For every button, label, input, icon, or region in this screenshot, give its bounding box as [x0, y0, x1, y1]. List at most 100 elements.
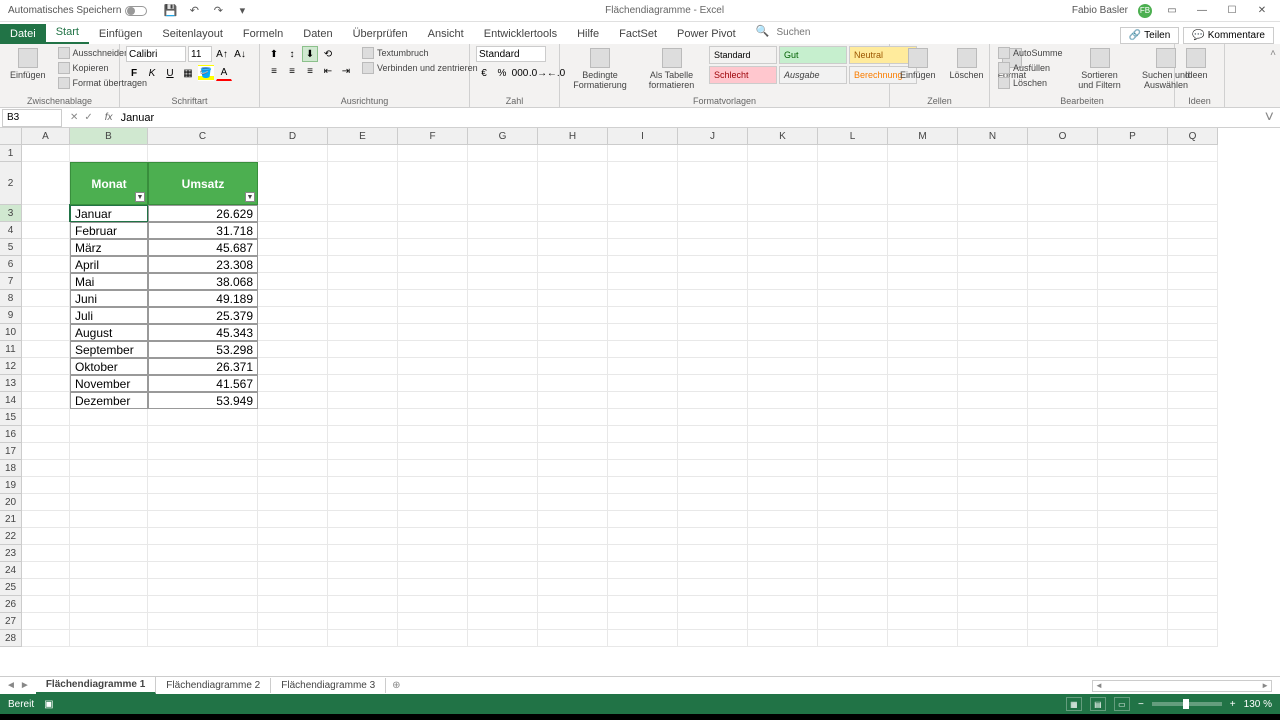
col-header-G[interactable]: G — [468, 128, 538, 145]
cell[interactable] — [1098, 222, 1168, 239]
row-header-3[interactable]: 3 — [0, 205, 22, 222]
row-header-18[interactable]: 18 — [0, 460, 22, 477]
cell[interactable] — [888, 358, 958, 375]
save-icon[interactable]: 💾 — [163, 4, 177, 18]
table-cell-month[interactable]: September — [70, 341, 148, 358]
align-center-icon[interactable]: ≡ — [284, 63, 300, 79]
cell[interactable] — [468, 460, 538, 477]
cell[interactable] — [1168, 613, 1218, 630]
comments-button[interactable]: 💬 Kommentare — [1183, 27, 1274, 44]
cell[interactable] — [1098, 409, 1168, 426]
col-header-I[interactable]: I — [608, 128, 678, 145]
cell[interactable] — [22, 392, 70, 409]
cell[interactable] — [608, 145, 678, 162]
cell[interactable] — [398, 162, 468, 205]
cell[interactable] — [748, 409, 818, 426]
cell[interactable] — [258, 145, 328, 162]
cell[interactable] — [148, 528, 258, 545]
cell[interactable] — [818, 375, 888, 392]
cell[interactable] — [608, 222, 678, 239]
cell[interactable] — [888, 562, 958, 579]
cell[interactable] — [258, 222, 328, 239]
cell[interactable] — [608, 511, 678, 528]
cell[interactable] — [328, 460, 398, 477]
cell[interactable] — [468, 392, 538, 409]
tab-data[interactable]: Daten — [293, 24, 342, 44]
col-header-O[interactable]: O — [1028, 128, 1098, 145]
cell[interactable] — [818, 273, 888, 290]
cell[interactable] — [148, 494, 258, 511]
cell[interactable] — [748, 205, 818, 222]
col-header-P[interactable]: P — [1098, 128, 1168, 145]
table-cell-value[interactable]: 41.567 — [148, 375, 258, 392]
cell[interactable] — [888, 409, 958, 426]
row-header-21[interactable]: 21 — [0, 511, 22, 528]
cell[interactable] — [608, 205, 678, 222]
ribbon-options-icon[interactable]: ▭ — [1162, 4, 1182, 18]
cell[interactable] — [468, 205, 538, 222]
cell[interactable] — [1028, 273, 1098, 290]
cell[interactable] — [1098, 596, 1168, 613]
col-header-C[interactable]: C — [148, 128, 258, 145]
align-middle-icon[interactable]: ↕ — [284, 46, 300, 62]
align-top-icon[interactable]: ⬆ — [266, 46, 282, 62]
cell[interactable] — [538, 222, 608, 239]
table-cell-value[interactable]: 23.308 — [148, 256, 258, 273]
cell[interactable] — [608, 562, 678, 579]
cell[interactable] — [1098, 562, 1168, 579]
cell[interactable] — [888, 426, 958, 443]
cell[interactable] — [608, 256, 678, 273]
cell[interactable] — [1168, 205, 1218, 222]
cell[interactable] — [1168, 511, 1218, 528]
cell[interactable] — [328, 341, 398, 358]
cell[interactable] — [468, 145, 538, 162]
cell[interactable] — [22, 511, 70, 528]
cell[interactable] — [328, 443, 398, 460]
cell[interactable] — [958, 596, 1028, 613]
cell[interactable] — [1168, 392, 1218, 409]
cell[interactable] — [1028, 256, 1098, 273]
toggle-switch[interactable] — [125, 6, 147, 16]
cell[interactable] — [958, 145, 1028, 162]
col-header-F[interactable]: F — [398, 128, 468, 145]
cell[interactable] — [1168, 596, 1218, 613]
row-header-25[interactable]: 25 — [0, 579, 22, 596]
cell[interactable] — [538, 494, 608, 511]
tab-layout[interactable]: Seitenlayout — [152, 24, 233, 44]
col-header-K[interactable]: K — [748, 128, 818, 145]
row-header-27[interactable]: 27 — [0, 613, 22, 630]
cell[interactable] — [958, 307, 1028, 324]
cell[interactable] — [398, 443, 468, 460]
name-box[interactable] — [2, 109, 62, 127]
cell[interactable] — [1168, 222, 1218, 239]
row-header-17[interactable]: 17 — [0, 443, 22, 460]
cell[interactable] — [398, 307, 468, 324]
row-header-8[interactable]: 8 — [0, 290, 22, 307]
cell[interactable] — [22, 273, 70, 290]
cell[interactable] — [258, 477, 328, 494]
table-cell-value[interactable]: 25.379 — [148, 307, 258, 324]
cell[interactable] — [148, 630, 258, 647]
cell[interactable] — [468, 162, 538, 205]
cell[interactable] — [70, 443, 148, 460]
cell[interactable] — [1098, 145, 1168, 162]
cell[interactable] — [748, 460, 818, 477]
cell[interactable] — [958, 256, 1028, 273]
cell[interactable] — [22, 222, 70, 239]
cell[interactable] — [70, 630, 148, 647]
cell[interactable] — [608, 426, 678, 443]
cell[interactable] — [468, 358, 538, 375]
cell[interactable] — [818, 528, 888, 545]
cell[interactable] — [468, 324, 538, 341]
cell[interactable] — [678, 596, 748, 613]
row-header-2[interactable]: 2 — [0, 162, 22, 205]
table-cell-month[interactable]: Juni — [70, 290, 148, 307]
cell[interactable] — [1028, 528, 1098, 545]
style-standard[interactable]: Standard — [709, 46, 777, 64]
cell[interactable] — [398, 256, 468, 273]
cell[interactable] — [608, 460, 678, 477]
cell[interactable] — [1028, 162, 1098, 205]
cell[interactable] — [538, 273, 608, 290]
cell[interactable] — [1168, 290, 1218, 307]
cell[interactable] — [608, 375, 678, 392]
